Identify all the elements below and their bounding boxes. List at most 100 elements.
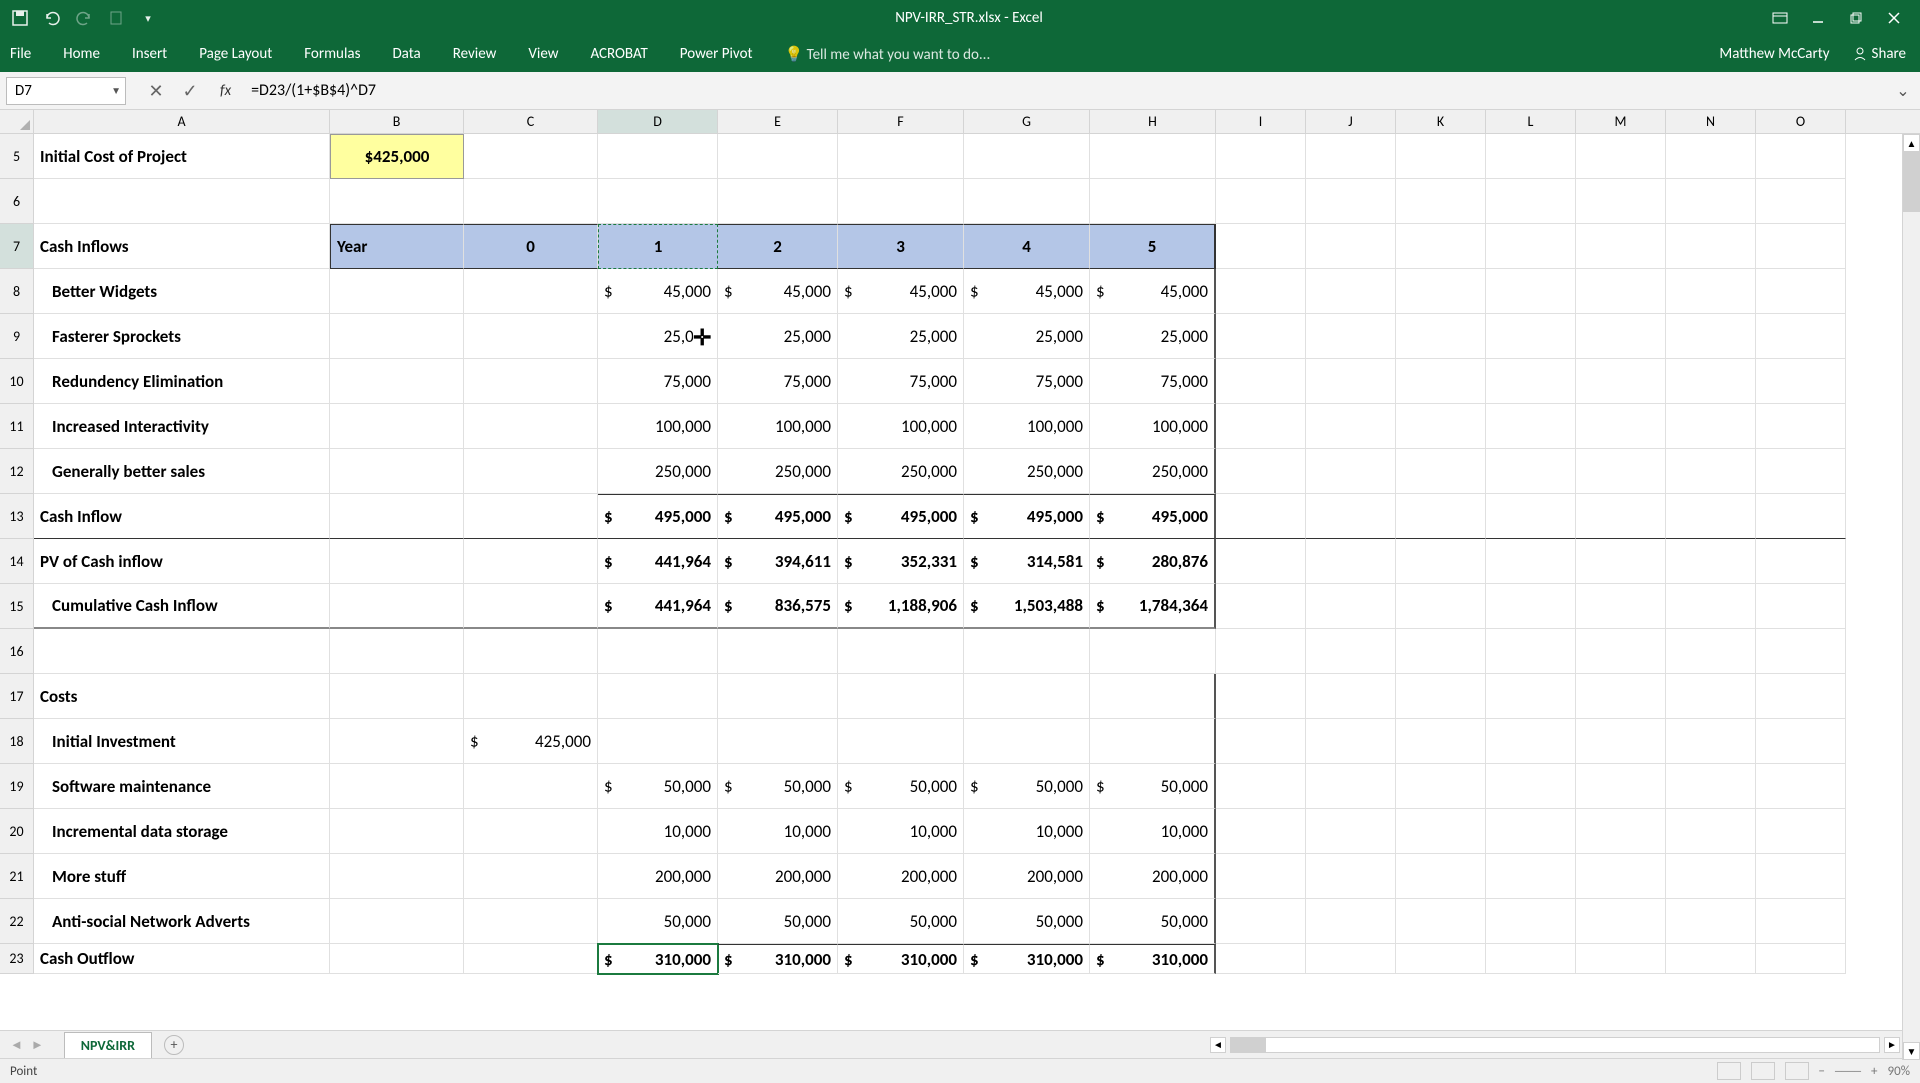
- tab-review[interactable]: Review: [451, 39, 499, 70]
- cell[interactable]: [1756, 584, 1846, 629]
- cell[interactable]: [1666, 854, 1756, 899]
- hscroll-track[interactable]: [1230, 1037, 1880, 1053]
- cell[interactable]: [1306, 764, 1396, 809]
- cell[interactable]: [1666, 404, 1756, 449]
- cell[interactable]: [1486, 449, 1576, 494]
- cell[interactable]: [464, 674, 598, 719]
- cell[interactable]: 200,000: [598, 854, 718, 899]
- cell[interactable]: [838, 629, 964, 674]
- col-header-h[interactable]: H: [1090, 110, 1216, 133]
- cell[interactable]: [1306, 854, 1396, 899]
- cell[interactable]: Incremental data storage: [34, 809, 330, 854]
- cell[interactable]: [1306, 809, 1396, 854]
- cell[interactable]: 75,000: [1090, 359, 1216, 404]
- cell[interactable]: [1576, 854, 1666, 899]
- undo-icon[interactable]: [40, 6, 64, 30]
- cell[interactable]: More stuff: [34, 854, 330, 899]
- cell[interactable]: [330, 314, 464, 359]
- cell[interactable]: [330, 719, 464, 764]
- cell[interactable]: [330, 674, 464, 719]
- cell[interactable]: [1576, 539, 1666, 584]
- cell[interactable]: [464, 404, 598, 449]
- row-header[interactable]: 12: [0, 449, 34, 494]
- minimize-icon[interactable]: [1808, 8, 1828, 28]
- cell[interactable]: [1216, 224, 1306, 269]
- cell[interactable]: [464, 494, 598, 539]
- cell[interactable]: [1756, 494, 1846, 539]
- cell[interactable]: [1756, 854, 1846, 899]
- col-header-g[interactable]: G: [964, 110, 1090, 133]
- cell[interactable]: [1666, 134, 1756, 179]
- cell[interactable]: [1486, 269, 1576, 314]
- add-sheet-button[interactable]: +: [164, 1035, 184, 1055]
- cell[interactable]: 50,000: [1090, 764, 1216, 809]
- row-header[interactable]: 8: [0, 269, 34, 314]
- cell[interactable]: [330, 809, 464, 854]
- cell[interactable]: [330, 404, 464, 449]
- cell[interactable]: [1306, 719, 1396, 764]
- vscroll-up-icon[interactable]: ▲: [1903, 134, 1920, 152]
- cell[interactable]: 100,000: [598, 404, 718, 449]
- cell[interactable]: [1666, 944, 1756, 974]
- expand-formula-bar-icon[interactable]: ⌄: [1896, 81, 1920, 101]
- cell[interactable]: [1216, 674, 1306, 719]
- vscroll-down-icon[interactable]: ▼: [1903, 1042, 1920, 1060]
- cell[interactable]: [1396, 944, 1486, 974]
- cell[interactable]: 100,000: [838, 404, 964, 449]
- cell[interactable]: 394,611: [718, 539, 838, 584]
- cell[interactable]: [1306, 179, 1396, 224]
- formula-input[interactable]: [247, 77, 1896, 105]
- col-header-f[interactable]: F: [838, 110, 964, 133]
- cell[interactable]: Generally better sales: [34, 449, 330, 494]
- cell[interactable]: [1396, 134, 1486, 179]
- cell[interactable]: [1576, 629, 1666, 674]
- cell[interactable]: [1486, 494, 1576, 539]
- cell[interactable]: [1396, 584, 1486, 629]
- cell[interactable]: 25,000: [964, 314, 1090, 359]
- cell[interactable]: [718, 179, 838, 224]
- cell[interactable]: Fasterer Sprockets: [34, 314, 330, 359]
- row-header[interactable]: 11: [0, 404, 34, 449]
- cell[interactable]: [718, 134, 838, 179]
- user-name[interactable]: Matthew McCarty: [1719, 45, 1829, 63]
- cell[interactable]: [1216, 359, 1306, 404]
- col-header-d[interactable]: D: [598, 110, 718, 133]
- select-all-button[interactable]: [0, 110, 34, 133]
- tell-me[interactable]: 💡 Tell me what you want to do...: [783, 39, 993, 70]
- cell[interactable]: [34, 629, 330, 674]
- sheet-tab-active[interactable]: NPV&IRR: [64, 1032, 152, 1058]
- cell[interactable]: [330, 539, 464, 584]
- row-header[interactable]: 18: [0, 719, 34, 764]
- row-header[interactable]: 21: [0, 854, 34, 899]
- cell[interactable]: [1486, 224, 1576, 269]
- cell[interactable]: 50,000: [838, 764, 964, 809]
- cell[interactable]: [1666, 359, 1756, 404]
- cell[interactable]: [1396, 629, 1486, 674]
- cell[interactable]: [330, 449, 464, 494]
- cell[interactable]: [1396, 359, 1486, 404]
- cell[interactable]: [330, 899, 464, 944]
- cell[interactable]: [1486, 314, 1576, 359]
- row-header[interactable]: 13: [0, 494, 34, 539]
- cell[interactable]: [1306, 134, 1396, 179]
- cell[interactable]: Costs: [34, 674, 330, 719]
- cell[interactable]: [598, 629, 718, 674]
- cell[interactable]: [1576, 134, 1666, 179]
- cell[interactable]: 45,000: [598, 269, 718, 314]
- cell[interactable]: [1216, 944, 1306, 974]
- cell[interactable]: [1576, 494, 1666, 539]
- cell[interactable]: [1486, 944, 1576, 974]
- cell[interactable]: [1486, 854, 1576, 899]
- cell[interactable]: [330, 179, 464, 224]
- cell[interactable]: [1486, 584, 1576, 629]
- cell[interactable]: 75,000: [838, 359, 964, 404]
- cell[interactable]: 1,503,488: [964, 584, 1090, 629]
- cell[interactable]: 50,000: [598, 899, 718, 944]
- cell[interactable]: 100,000: [1090, 404, 1216, 449]
- tab-page-layout[interactable]: Page Layout: [197, 39, 274, 70]
- cell[interactable]: 75,000: [964, 359, 1090, 404]
- cell[interactable]: [1576, 809, 1666, 854]
- cell[interactable]: [1306, 674, 1396, 719]
- cell[interactable]: 1,784,364: [1090, 584, 1216, 629]
- cell[interactable]: [1666, 764, 1756, 809]
